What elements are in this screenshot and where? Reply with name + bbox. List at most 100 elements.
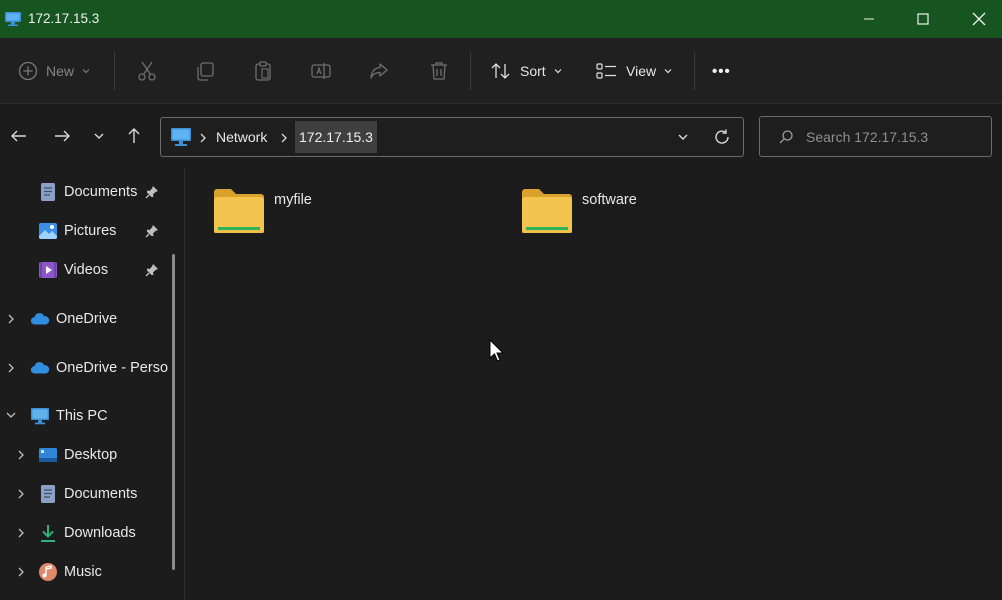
chevron-right-icon[interactable] [6, 314, 16, 324]
copy-icon [197, 62, 214, 81]
sidebar-item-downloads[interactable]: Downloads [38, 518, 136, 548]
sidebar-item-music[interactable]: Music [38, 557, 102, 587]
clipboard-icon [255, 61, 271, 81]
chevron-right-icon[interactable] [16, 567, 26, 577]
command-bar: New Sort View ••• [0, 38, 1002, 104]
search-icon [779, 130, 793, 144]
chevron-right-icon [281, 133, 287, 143]
navigation-pane: Documents Pictures Videos OneDrive OneDr… [0, 168, 185, 600]
minimize-button[interactable] [846, 0, 892, 38]
breadcrumb-network[interactable]: Network [216, 129, 267, 145]
copy-button[interactable] [194, 56, 216, 86]
back-button[interactable] [7, 122, 31, 150]
trash-icon [431, 62, 447, 80]
sort-label: Sort [520, 63, 546, 79]
forward-button[interactable] [50, 122, 74, 150]
sidebar-item-label: Documents [64, 486, 138, 502]
up-button[interactable] [122, 122, 146, 150]
documents-icon [38, 484, 58, 504]
toolbar-divider [470, 52, 471, 90]
file-list: myfile software [186, 168, 1002, 600]
maximize-icon [917, 13, 929, 25]
close-button[interactable] [956, 0, 1002, 38]
arrow-up-icon [128, 128, 140, 143]
sidebar-item-label: OneDrive - Perso [56, 360, 169, 376]
arrow-left-icon [11, 130, 26, 142]
chevron-down-icon [82, 69, 90, 74]
view-button[interactable]: View [596, 56, 673, 86]
desktop-icon [38, 445, 58, 465]
search-input[interactable] [806, 127, 981, 147]
maximize-button[interactable] [900, 0, 946, 38]
downloads-icon [38, 523, 58, 543]
onedrive-icon [30, 309, 50, 329]
music-icon [38, 562, 58, 582]
sidebar-item-label: Documents [64, 184, 138, 200]
sidebar-item-label: Downloads [64, 525, 136, 541]
sidebar-item-pictures[interactable]: Pictures [38, 216, 116, 246]
toolbar-divider [694, 52, 695, 90]
sidebar-item-label: Pictures [64, 223, 117, 239]
chevron-right-icon[interactable] [16, 489, 26, 499]
chevron-down-icon[interactable] [677, 131, 689, 143]
more-options-icon: ••• [712, 62, 731, 80]
sidebar-item-onedrive[interactable]: OneDrive [30, 304, 117, 334]
plus-circle-icon [18, 61, 38, 81]
breadcrumb-current[interactable]: 172.17.15.3 [295, 121, 377, 153]
pin-icon[interactable] [145, 185, 159, 199]
sidebar-item-label: Desktop [64, 447, 118, 463]
chevron-right-icon [200, 133, 206, 143]
chevron-down-icon [554, 69, 562, 74]
sidebar-item-this-pc[interactable]: This PC [30, 401, 108, 431]
folder-name: myfile [274, 192, 312, 208]
rename-button[interactable] [310, 56, 332, 86]
sidebar-item-documents-pc[interactable]: Documents [38, 479, 137, 509]
sort-button[interactable]: Sort [490, 56, 563, 86]
videos-icon [38, 260, 58, 280]
share-button[interactable] [368, 56, 390, 86]
search-box[interactable] [759, 116, 992, 157]
onedrive-icon [30, 358, 50, 378]
address-bar[interactable]: Network 172.17.15.3 [160, 117, 744, 157]
sidebar-item-onedrive-personal[interactable]: OneDrive - Perso [30, 353, 168, 383]
sidebar-item-label: OneDrive [56, 311, 118, 327]
documents-icon [38, 182, 58, 202]
chevron-right-icon[interactable] [16, 450, 26, 460]
sidebar-item-desktop[interactable]: Desktop [38, 440, 117, 470]
sidebar-item-videos[interactable]: Videos [38, 255, 108, 285]
view-label: View [626, 63, 657, 79]
folder-item[interactable]: myfile [212, 184, 392, 240]
rename-icon [311, 63, 331, 79]
sidebar-item-documents[interactable]: Documents [38, 177, 137, 207]
sidebar-scrollbar[interactable] [172, 254, 175, 570]
arrow-right-icon [55, 130, 70, 142]
title-bar: 172.17.15.3 [0, 0, 1002, 38]
paste-button[interactable] [252, 56, 274, 86]
share-icon [370, 63, 388, 79]
pin-icon[interactable] [145, 263, 159, 277]
chevron-right-icon[interactable] [6, 363, 16, 373]
chevron-right-icon[interactable] [16, 528, 26, 538]
this-pc-icon [30, 406, 50, 426]
delete-button[interactable] [428, 56, 450, 86]
sidebar-item-label: Music [64, 564, 102, 580]
chevron-down-icon [94, 133, 104, 139]
pictures-icon [38, 221, 58, 241]
sidebar-item-label: This PC [56, 408, 108, 424]
new-button[interactable]: New [18, 56, 91, 86]
folder-icon [214, 189, 264, 233]
address-row: Network 172.17.15.3 [0, 104, 1002, 168]
pin-icon[interactable] [145, 224, 159, 238]
recent-locations-button[interactable] [87, 122, 111, 150]
scissors-icon [138, 61, 156, 81]
sort-arrows-icon [491, 63, 510, 79]
window-title: 172.17.15.3 [28, 11, 100, 26]
new-label: New [46, 63, 75, 79]
minimize-icon [864, 18, 874, 20]
refresh-icon[interactable] [713, 128, 731, 146]
sidebar-item-label: Videos [64, 262, 109, 278]
more-options-button[interactable]: ••• [712, 56, 731, 86]
cut-button[interactable] [136, 56, 158, 86]
chevron-down-icon[interactable] [6, 410, 16, 420]
folder-item[interactable]: software [520, 184, 700, 240]
